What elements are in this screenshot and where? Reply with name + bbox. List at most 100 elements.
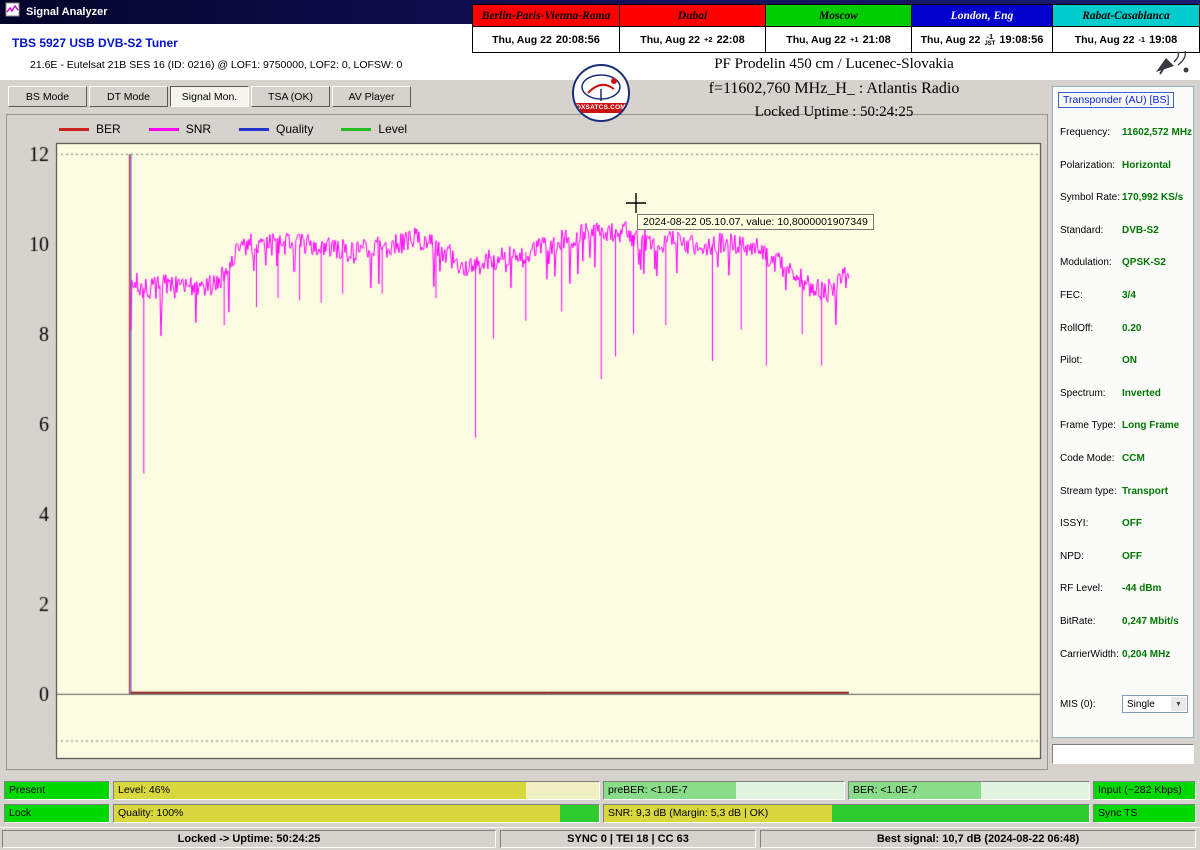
clock-time-value: Thu, Aug 22 +1 21:08 <box>766 27 911 52</box>
transponder-value: 0,247 Mbit/s <box>1122 616 1179 627</box>
transponder-label: RollOff: <box>1060 323 1093 334</box>
progress-bar-sync-ts: Sync TS <box>1093 804 1196 823</box>
transponder-panel: Transponder (AU) [BS] Frequency:11602,57… <box>1052 86 1194 738</box>
legend-swatch <box>149 128 179 131</box>
transponder-value: -44 dBm <box>1122 583 1161 594</box>
tuner-details: 21.6E - Eutelsat 21B SES 16 (ID: 0216) @… <box>30 59 402 71</box>
transponder-label: ISSYI: <box>1060 518 1088 529</box>
transponder-value: Inverted <box>1122 388 1161 399</box>
progress-bar-snr: SNR: 9,3 dB (Margin: 5,3 dB | OK) <box>603 804 1090 823</box>
clock-utc-offset: -1 <box>1138 36 1145 44</box>
satellite-dish-icon <box>1150 50 1192 81</box>
tab-signal-mon-[interactable]: Signal Mon. <box>170 86 249 107</box>
clock-time-value: Thu, Aug 22-1 19:08 <box>1053 27 1199 52</box>
signal-analyzer-window: Signal Analyzer Berlin-Paris-Vienna-Roma… <box>0 0 1200 850</box>
transponder-row: Pilot:ON <box>1060 355 1191 388</box>
offset-value: -1 <box>1138 36 1145 44</box>
progress-bar-level: Level: 46% <box>113 781 600 800</box>
mis-selected-value: Single <box>1127 699 1155 710</box>
transponder-value: 3/4 <box>1122 290 1136 301</box>
logo-text: DXSATCS.COM <box>575 103 627 113</box>
transponder-value: ON <box>1122 355 1137 366</box>
chart-tooltip: 2024-08-22 05.10.07, value: 10,800000190… <box>637 214 874 230</box>
clock-city-label: Moscow <box>766 5 911 27</box>
legend-item-quality: Quality <box>239 122 313 136</box>
clock-column-4: Rabat-CasablancaThu, Aug 22-119:08 <box>1053 5 1199 52</box>
window-title: Signal Analyzer <box>26 6 108 18</box>
progress-bar-preber: preBER: <1.0E-7 <box>603 781 845 800</box>
clock-time-value: Thu, Aug 2220:08:56 <box>473 27 619 52</box>
progress-bar-lock: Lock <box>4 804 110 823</box>
dxsatcs-logo: DXSATCS.COM <box>572 64 632 124</box>
mis-row: MIS (0): Single ▼ <box>1060 695 1192 715</box>
bar-label: SNR: 9,3 dB (Margin: 5,3 dB | OK) <box>608 807 768 819</box>
status-bar: Locked -> Uptime: 50:24:25SYNC 0 | TEI 1… <box>0 827 1200 850</box>
transponder-value: DVB-S2 <box>1122 225 1159 236</box>
transponder-value: OFF <box>1122 518 1142 529</box>
transponder-row: Spectrum: Inverted <box>1060 388 1191 421</box>
clock-hms: 21:08 <box>863 34 891 46</box>
tab-bs-mode[interactable]: BS Mode <box>8 86 87 107</box>
clock-day: Thu, Aug 22 <box>921 34 981 46</box>
transponder-value: 170,992 KS/s <box>1122 192 1183 203</box>
status-bars-row1: PresentLevel: 46%preBER: <1.0E-7BER: <1.… <box>4 781 1196 800</box>
transponder-label: Modulation: <box>1060 257 1112 268</box>
tab-tsa-ok-[interactable]: TSA (OK) <box>251 86 330 107</box>
transponder-value: OFF <box>1122 551 1142 562</box>
transponder-row: Frame Type:Long Frame <box>1060 420 1191 453</box>
legend-item-snr: SNR <box>149 122 211 136</box>
transponder-label: Spectrum: <box>1060 388 1106 399</box>
legend-item-level: Level <box>341 122 407 136</box>
transponder-label: FEC: <box>1060 290 1083 301</box>
tab-dt-mode[interactable]: DT Mode <box>89 86 168 107</box>
progress-bar-quality: Quality: 100% <box>113 804 600 823</box>
bar-segment <box>736 782 844 799</box>
bar-label: Sync TS <box>1098 807 1138 819</box>
clock-day: Thu, Aug 22 <box>786 34 846 46</box>
clock-hms: 19:08 <box>1149 34 1177 46</box>
transponder-row: Standard: DVB-S2 <box>1060 225 1191 258</box>
legend-swatch <box>59 128 89 131</box>
tab-av-player[interactable]: AV Player <box>332 86 411 107</box>
bar-label: Present <box>9 784 45 796</box>
bar-label: Level: 46% <box>118 784 170 796</box>
locked-uptime: Locked Uptime : 50:24:25 <box>618 104 1050 121</box>
transponder-label: Polarization: <box>1060 160 1115 171</box>
bar-segment <box>560 805 599 822</box>
bar-fill <box>114 805 599 822</box>
transponder-label: CarrierWidth: <box>1060 649 1119 660</box>
legend-swatch <box>239 128 269 131</box>
transponder-row: ISSYI: OFF <box>1060 518 1191 551</box>
statusbar-cell-0: Locked -> Uptime: 50:24:25 <box>2 830 496 848</box>
clock-column-2: Moscow Thu, Aug 22 +1 21:08 <box>766 5 912 52</box>
transponder-label: Standard: <box>1060 225 1103 236</box>
app-icon <box>5 2 20 22</box>
legend-label: Quality <box>276 122 313 136</box>
offset-zone: JST <box>984 41 995 47</box>
mis-select[interactable]: Single ▼ <box>1122 695 1188 713</box>
transponder-value: Long Frame <box>1122 420 1179 431</box>
transponder-row: Stream type:Transport <box>1060 486 1191 519</box>
signal-chart-canvas[interactable] <box>7 115 1047 769</box>
transponder-value: 0.20 <box>1122 323 1141 334</box>
bar-segment <box>114 782 526 799</box>
logo-circle: DXSATCS.COM <box>572 64 630 122</box>
transponder-value: CCM <box>1122 453 1145 464</box>
dish-location: PF Prodelin 450 cm / Lucenec-Slovakia <box>618 56 1050 73</box>
world-clocks: Berlin-Paris-Vienna-RomaThu, Aug 2220:08… <box>472 4 1200 53</box>
clock-city-label: London, Eng <box>912 5 1052 27</box>
clock-hms: 19:08:56 <box>999 34 1043 46</box>
chevron-down-icon[interactable]: ▼ <box>1171 697 1186 711</box>
bar-fill <box>114 782 599 799</box>
bar-label: preBER: <1.0E-7 <box>608 784 688 796</box>
legend-swatch <box>341 128 371 131</box>
clock-utc-offset: +2 <box>704 36 713 44</box>
clock-time-value: Thu, Aug 22+222:08 <box>620 27 765 52</box>
clock-time-value: Thu, Aug 22-1JST19:08:56 <box>912 27 1052 52</box>
clock-hms: 20:08:56 <box>556 34 600 46</box>
clock-column-1: DubaiThu, Aug 22+222:08 <box>620 5 766 52</box>
clock-day: Thu, Aug 22 <box>1075 34 1135 46</box>
legend-label: Level <box>378 122 407 136</box>
clock-city-label: Dubai <box>620 5 765 27</box>
offset-value: +1 <box>850 36 859 44</box>
